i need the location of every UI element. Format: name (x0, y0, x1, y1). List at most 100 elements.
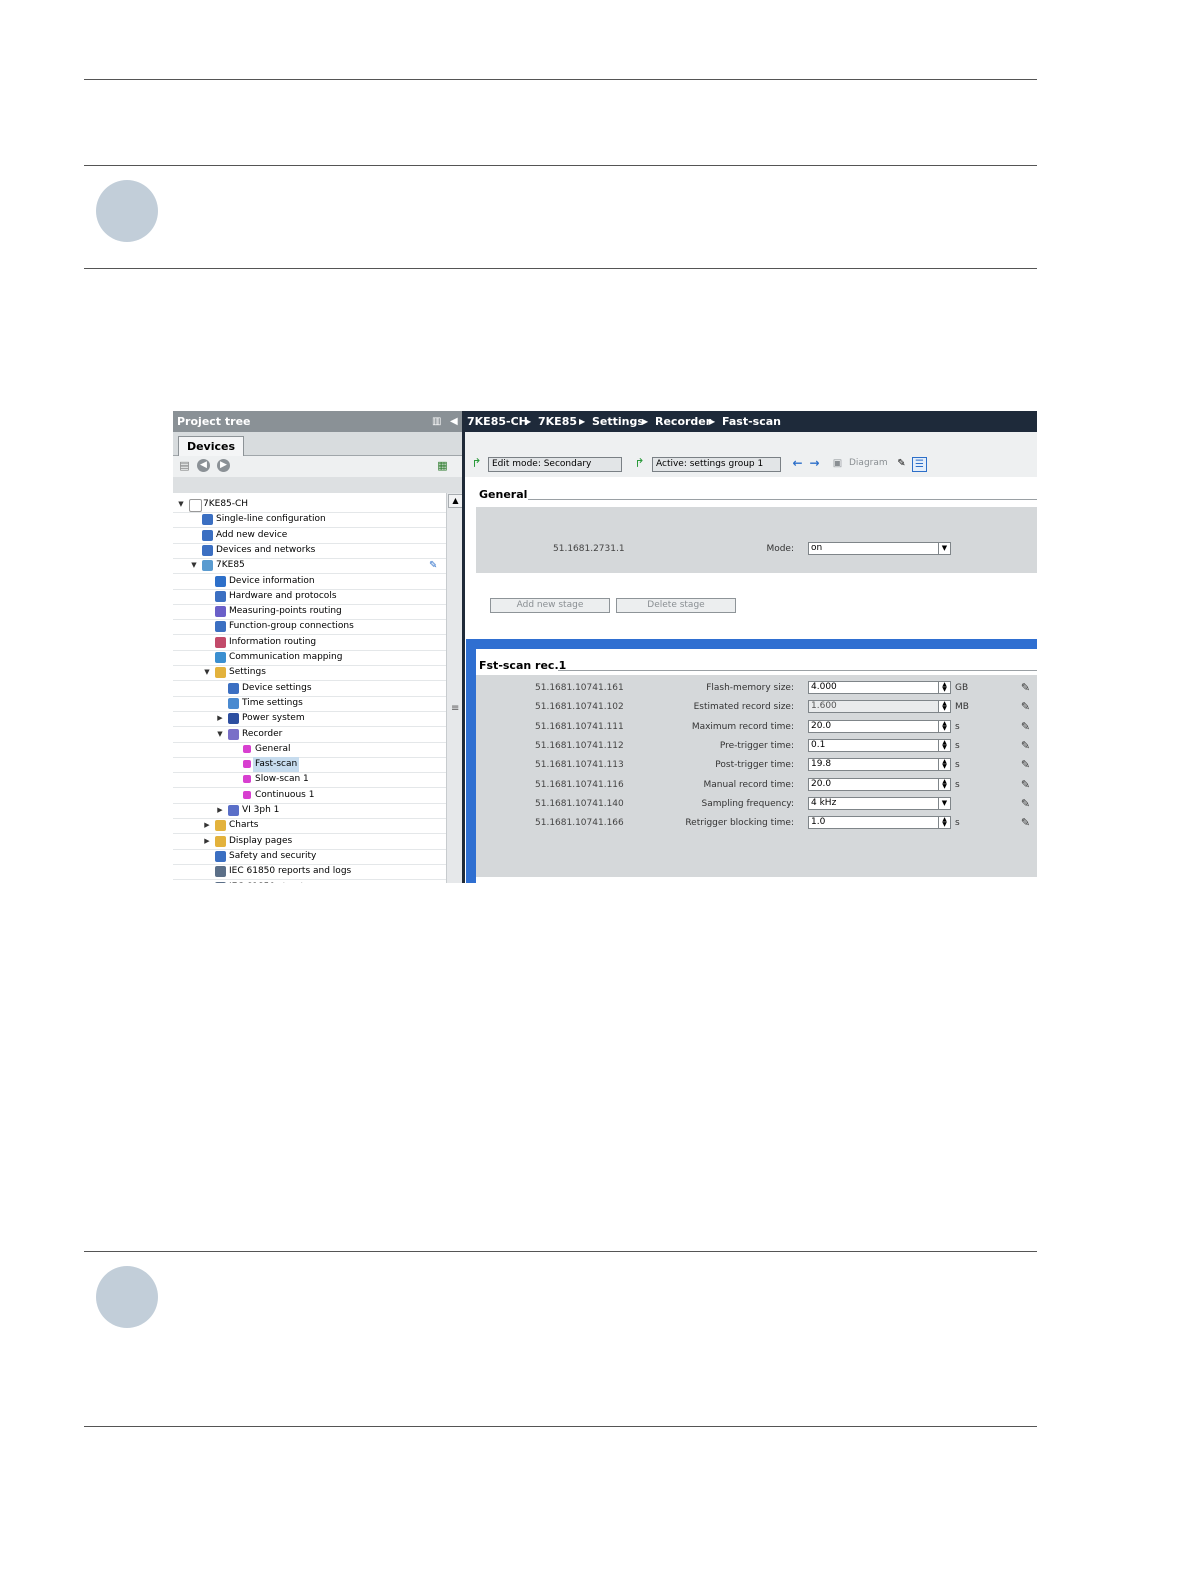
tree-item-label: Device settings (242, 682, 312, 693)
expand-right-icon[interactable]: ▶ (216, 803, 224, 818)
tree-item[interactable]: ▼ Recorder (173, 727, 446, 743)
tree-item[interactable]: Information routing (173, 635, 446, 651)
expand-right-icon[interactable]: ▶ (203, 834, 211, 849)
spin-buttons-icon[interactable]: ▲ ▼ (938, 777, 951, 791)
pencil-icon[interactable]: ✎ (429, 558, 437, 573)
tree-item[interactable]: General (173, 742, 446, 758)
pencil-icon[interactable]: ✎ (1019, 778, 1032, 791)
breadcrumb-item[interactable]: 7KE85-CH (467, 411, 528, 432)
edit-mode-field[interactable]: Edit mode: Secondary (488, 457, 622, 472)
tree-item[interactable]: Function-group connections (173, 619, 446, 636)
parameter-field[interactable]: 1.0 (808, 816, 939, 830)
expand-down-icon[interactable]: ▼ (203, 665, 211, 680)
chevron-down-icon[interactable]: ▼ (938, 796, 951, 810)
collapse-panel-icon[interactable]: ◀ (450, 411, 458, 432)
tree-scrollbar[interactable]: ▲ ≡ (446, 493, 463, 883)
tree-item[interactable]: Devices and networks (173, 543, 446, 559)
tree-item[interactable]: Add new device (173, 528, 446, 544)
tree-item[interactable]: Device settings (173, 681, 446, 697)
active-group-arrow-icon[interactable]: ↱ (633, 457, 646, 470)
back-icon[interactable]: ◀ (197, 459, 210, 472)
parameter-field[interactable]: 0.1 (808, 738, 939, 752)
section-rule (558, 670, 1037, 671)
new-item-icon[interactable]: ▤ (178, 459, 191, 472)
expand-down-icon[interactable]: ▼ (177, 497, 185, 512)
tree-item[interactable]: IEC 61850 reports and logs (173, 864, 446, 881)
editor-toolbar: ↱ Edit mode: Secondary ↱ Active: setting… (465, 455, 1037, 475)
edit-mode-arrow-icon[interactable]: ↱ (470, 457, 483, 470)
general-section-title: General (479, 488, 528, 501)
tree-item[interactable]: Safety and security (173, 849, 446, 865)
tree-item[interactable]: ▶ VI 3ph 1 (173, 803, 446, 819)
expand-down-icon[interactable]: ▼ (216, 727, 224, 742)
breadcrumb-item[interactable]: Recorder (655, 411, 711, 432)
parameter-id: 51.1681.10741.166 (535, 818, 624, 829)
spin-buttons-icon[interactable]: ▲ ▼ (938, 758, 951, 772)
pencil-icon[interactable]: ✎ (1019, 700, 1032, 713)
tab-devices[interactable]: Devices (178, 436, 244, 456)
expand-right-icon[interactable]: ▶ (216, 711, 224, 726)
tree-item[interactable]: Single-line configuration (173, 512, 446, 529)
spin-buttons-icon[interactable]: ▲ ▼ (938, 700, 951, 714)
tree-item[interactable]: ▼ Settings (173, 665, 446, 682)
expand-right-icon[interactable]: ▶ (203, 818, 211, 833)
tree-item[interactable]: Device information (173, 574, 446, 590)
tree-item[interactable]: ▶ Display pages (173, 834, 446, 850)
spin-buttons-icon[interactable]: ▲ ▼ (938, 738, 951, 752)
tree-item[interactable]: Hardware and protocols (173, 589, 446, 605)
split-view-icon[interactable]: ▥ (432, 411, 441, 432)
tree-item[interactable]: ▶ Power system (173, 711, 446, 728)
tree-item[interactable]: IEC 61850 structure (173, 880, 446, 883)
tree-item[interactable]: Continuous 1 (173, 788, 446, 804)
arrow-right-icon[interactable]: → (808, 457, 821, 470)
spin-buttons-icon[interactable]: ▲ ▼ (938, 719, 951, 733)
tree-item-label: General (255, 743, 291, 754)
diagram-label[interactable]: Diagram (849, 458, 888, 468)
pencil-icon[interactable]: ✎ (1019, 720, 1032, 733)
expand-down-icon[interactable]: ▼ (190, 558, 198, 573)
tree-item[interactable]: ▼ 7KE85-CH (173, 497, 446, 513)
parameter-id: 51.1681.2731.1 (553, 544, 625, 554)
pencil-icon[interactable]: ✎ (1019, 758, 1032, 771)
tree-item[interactable]: Fast-scan (173, 757, 446, 774)
software-screenshot: Project tree ▥ ◀ Devices ▤ ◀ ▶ ▦ ▼ 7KE85-… (173, 411, 1037, 883)
add-new-stage-button[interactable]: Add new stage (490, 598, 610, 613)
edit-icon[interactable]: ✎ (895, 457, 908, 470)
spin-buttons-icon[interactable]: ▲ ▼ (938, 681, 951, 694)
pencil-icon[interactable]: ✎ (1019, 797, 1032, 810)
diagram-icon[interactable]: ▣ (831, 457, 844, 470)
tree-item[interactable]: Communication mapping (173, 650, 446, 666)
sampling-frequency-select[interactable]: 4 kHz (808, 796, 939, 810)
parameter-field[interactable]: 20.0 (808, 777, 939, 791)
parameter-field[interactable]: 20.0 (808, 719, 939, 733)
scroll-up-icon[interactable]: ▲ (448, 494, 463, 508)
breadcrumb-current[interactable]: Fast-scan (722, 411, 781, 432)
pencil-icon[interactable]: ✎ (1019, 681, 1032, 694)
chevron-down-icon[interactable]: ▼ (938, 542, 951, 555)
spin-buttons-icon[interactable]: ▲ ▼ (938, 816, 951, 830)
tree-item[interactable]: Measuring-points routing (173, 604, 446, 621)
device-icon (202, 560, 213, 572)
breadcrumb-item[interactable]: 7KE85 (538, 411, 577, 432)
pencil-icon[interactable]: ✎ (1019, 739, 1032, 752)
list-view-icon[interactable]: ☰ (912, 457, 927, 472)
parameter-field[interactable]: 4.000 (808, 681, 939, 694)
breadcrumb-item[interactable]: Settings (592, 411, 644, 432)
tree-list: ▼ 7KE85-CH Single-line configuration Add ne… (173, 493, 446, 883)
tree-item-label: Communication mapping (229, 652, 343, 662)
parameter-label: Manual record time: (703, 779, 794, 790)
tree-item[interactable]: Time settings (173, 696, 446, 712)
tree-item[interactable]: ▶ Charts (173, 818, 446, 835)
scroll-grip-icon[interactable]: ≡ (451, 703, 459, 714)
overview-icon[interactable]: ▦ (436, 459, 449, 472)
pencil-icon[interactable]: ✎ (1019, 816, 1032, 829)
delete-stage-button[interactable]: Delete stage (616, 598, 736, 613)
parameter-label: Post-trigger time: (715, 760, 794, 771)
arrow-left-icon[interactable]: ← (791, 457, 804, 470)
forward-icon[interactable]: ▶ (217, 459, 230, 472)
parameter-field[interactable]: 19.8 (808, 758, 939, 772)
active-settings-group-field[interactable]: Active: settings group 1 (652, 457, 781, 472)
mode-select[interactable]: on (808, 542, 939, 555)
tree-item[interactable]: ▼ 7KE85 ✎ (173, 558, 446, 575)
tree-item[interactable]: Slow-scan 1 (173, 772, 446, 789)
